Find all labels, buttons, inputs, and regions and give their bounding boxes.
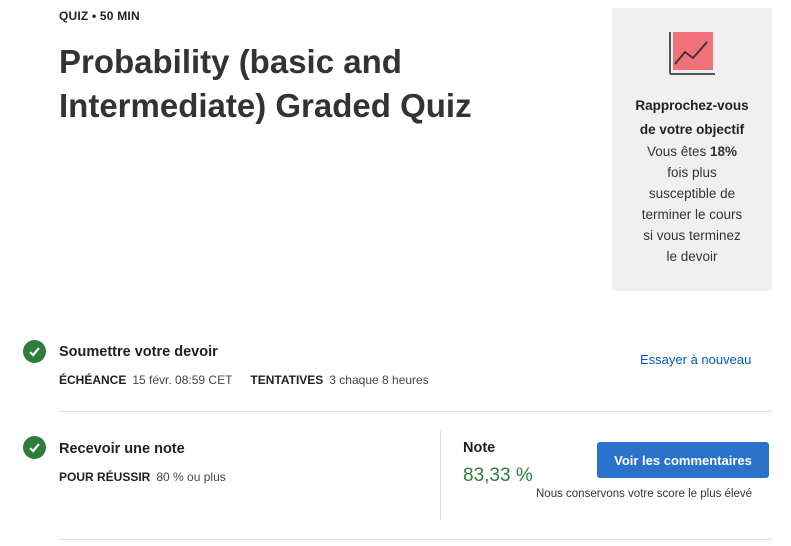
deadline-value: 15 févr. 08:59 CET (132, 373, 233, 387)
goal-heading: Rapprochez-vous de votre objectif (612, 94, 772, 142)
retry-link[interactable]: Essayer à nouveau (640, 352, 751, 367)
goal-body: Vous êtes 18% fois plus susceptible de t… (612, 141, 772, 267)
chart-icon (669, 32, 715, 75)
goal-body-line: le devoir (666, 249, 718, 264)
check-circle-icon (23, 436, 46, 459)
grade-note-value: 83,33 % (463, 465, 533, 486)
quiz-meta: QUIZ • 50 MIN (59, 9, 140, 23)
vertical-divider (440, 430, 441, 520)
goal-body-line: terminer le cours (641, 207, 743, 222)
divider (59, 411, 772, 412)
submit-title: Soumettre votre devoir (59, 344, 218, 360)
attempts-label: TENTATIVES (250, 373, 324, 387)
pass-value: 80 % ou plus (156, 470, 226, 484)
check-circle-icon (23, 340, 46, 363)
divider (59, 539, 772, 540)
keep-score-note: Nous conservons votre score le plus élev… (536, 488, 753, 500)
pass-label: POUR RÉUSSIR (59, 470, 151, 484)
pass-details: POUR RÉUSSIR 80 % ou plus (59, 470, 226, 484)
goal-body-line: Vous êtes 18% (612, 141, 772, 162)
submit-details: ÉCHÉANCE 15 févr. 08:59 CET TENTATIVES 3 ch… (59, 373, 429, 387)
page-title: Probability (basic and Intermediate) Gra… (59, 43, 472, 124)
goal-percent: 18% (710, 144, 738, 159)
view-feedback-button[interactable]: Voir les commentaires (597, 442, 769, 478)
goal-heading-line2: de votre objectif (639, 122, 745, 137)
grade-note-label: Note (463, 440, 496, 456)
attempts-value: 3 chaque 8 heures (329, 373, 429, 387)
goal-body-prefix: Vous êtes (646, 144, 710, 159)
goal-body-line: fois plus (667, 165, 717, 180)
deadline-label: ÉCHÉANCE (59, 373, 127, 387)
goal-heading-line1: Rapprochez-vous (635, 98, 749, 113)
goal-body-line: si vous terminez (643, 228, 741, 243)
grade-title: Recevoir une note (59, 441, 185, 457)
goal-body-line: susceptible de (648, 186, 736, 201)
